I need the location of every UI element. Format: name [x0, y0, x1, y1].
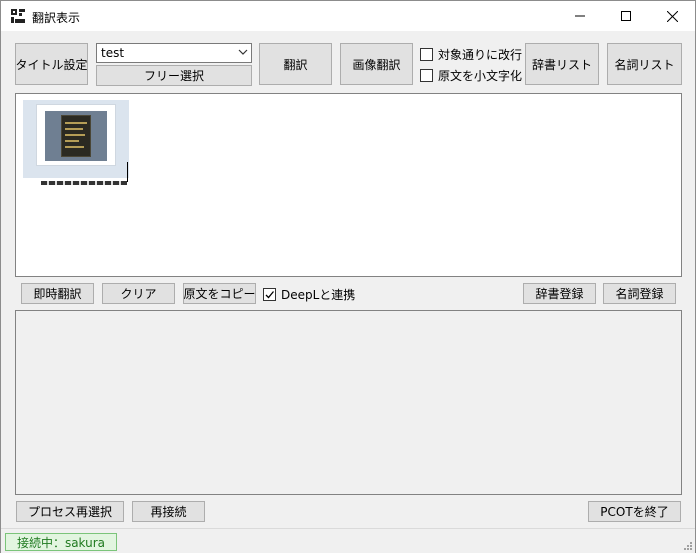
- noun-register-button[interactable]: 名詞登録: [603, 283, 676, 304]
- translate-button[interactable]: 翻訳: [259, 43, 332, 85]
- thumbnail-dialog: [61, 115, 91, 157]
- title-setting-button[interactable]: タイトル設定: [15, 43, 88, 85]
- minimize-button[interactable]: [557, 1, 603, 31]
- connection-status-badge: 接続中：sakura: [5, 533, 117, 551]
- lowercase-checkbox-box[interactable]: [420, 69, 433, 82]
- app-icon: [11, 9, 25, 23]
- reselect-process-button[interactable]: プロセス再選択: [16, 501, 124, 522]
- thumbnail-frame: [36, 104, 116, 166]
- dict-list-button[interactable]: 辞書リスト: [525, 43, 599, 85]
- maximize-icon: [621, 11, 631, 21]
- quit-pcot-button[interactable]: PCOTを終了: [588, 501, 681, 522]
- thumbnail-line: [65, 134, 85, 136]
- deepl-checkbox-label: DeepLと連携: [281, 288, 356, 302]
- status-bar: 接続中：sakura: [1, 528, 695, 553]
- title-bar[interactable]: 翻訳表示: [1, 1, 695, 31]
- thumbnail-line: [65, 146, 84, 148]
- target-select[interactable]: test: [96, 43, 252, 63]
- original-text-area[interactable]: [15, 93, 682, 277]
- captured-image-thumbnail[interactable]: [23, 100, 129, 185]
- dict-register-button[interactable]: 辞書登録: [523, 283, 596, 304]
- lowercase-checkbox[interactable]: 原文を小文字化: [420, 67, 522, 84]
- thumbnail-line: [65, 122, 87, 124]
- translation-window: 翻訳表示 タイトル設定 test フリー選択 翻訳 画像翻訳 対象通りに改行 原…: [0, 0, 696, 553]
- clear-button[interactable]: クリア: [102, 283, 175, 304]
- window-title: 翻訳表示: [32, 11, 81, 25]
- chevron-down-icon: [238, 49, 248, 55]
- thumbnail-line: [65, 140, 79, 142]
- text-cursor: [127, 162, 128, 182]
- maximize-button[interactable]: [603, 1, 649, 31]
- noun-list-button[interactable]: 名詞リスト: [607, 43, 682, 85]
- resize-grip-icon[interactable]: [682, 540, 692, 550]
- free-select-button[interactable]: フリー選択: [96, 65, 252, 86]
- target-select-value: test: [101, 46, 125, 60]
- linebreak-checkbox-box[interactable]: [420, 48, 433, 61]
- linebreak-checkbox-label: 対象通りに改行: [438, 48, 523, 62]
- thumbnail-caption: [41, 181, 127, 185]
- checkmark-icon: [265, 291, 274, 299]
- lowercase-checkbox-label: 原文を小文字化: [438, 69, 523, 83]
- deepl-checkbox[interactable]: DeepLと連携: [263, 286, 355, 303]
- thumbnail-line: [65, 128, 83, 130]
- copy-original-button[interactable]: 原文をコピー: [183, 283, 256, 304]
- image-translate-button[interactable]: 画像翻訳: [340, 43, 413, 85]
- instant-translate-button[interactable]: 即時翻訳: [21, 283, 94, 304]
- minimize-icon: [575, 15, 585, 17]
- translation-result-area[interactable]: [15, 310, 682, 495]
- linebreak-checkbox[interactable]: 対象通りに改行: [420, 46, 522, 63]
- reconnect-button[interactable]: 再接続: [132, 501, 205, 522]
- close-icon: [666, 10, 678, 22]
- thumbnail-screen: [45, 111, 107, 161]
- deepl-checkbox-box[interactable]: [263, 288, 276, 301]
- close-button[interactable]: [649, 1, 695, 31]
